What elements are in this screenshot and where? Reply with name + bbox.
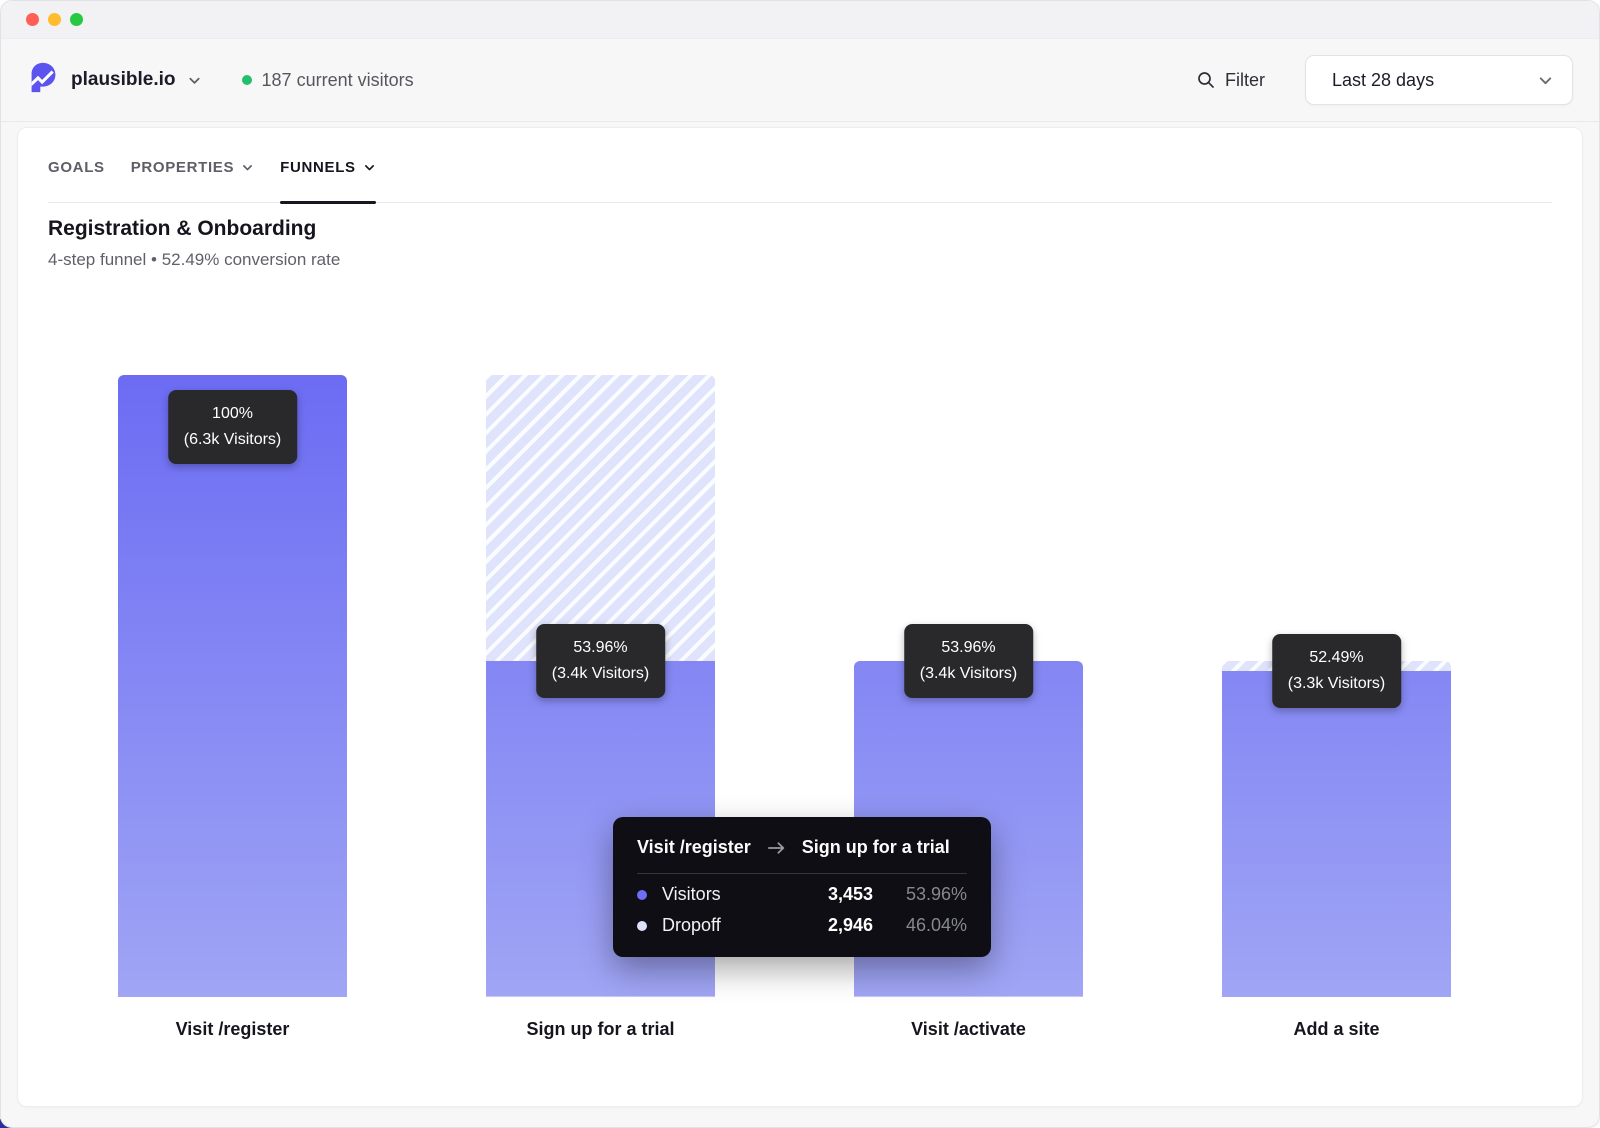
tooltip-to-step: Sign up for a trial [802, 837, 950, 858]
zoom-button[interactable] [70, 13, 83, 26]
dropoff-dot-icon [637, 921, 647, 931]
funnel-tooltip: Visit /register Sign up for a trial Visi… [613, 817, 991, 957]
tab-goals-label: GOALS [48, 159, 105, 176]
badge-percent: 100% [184, 401, 282, 427]
funnel-step-column: 52.49% (3.3k Visitors) Add a site [1222, 375, 1451, 1040]
search-icon [1196, 70, 1216, 90]
badge-visitors: (3.4k Visitors) [552, 661, 650, 687]
tooltip-row-percent: 53.96% [873, 884, 967, 905]
tooltip-from-step: Visit /register [637, 837, 751, 858]
visitors-dot-icon [637, 890, 647, 900]
funnel-chart: 100% (6.3k Visitors) Visit /register 53.… [18, 375, 1582, 1051]
tooltip-row-label: Visitors [662, 884, 793, 905]
funnel-card: GOALS PROPERTIES FUNNELS Registration & … [17, 127, 1583, 1107]
current-visitors-label: 187 current visitors [262, 70, 414, 91]
bar-badge: 53.96% (3.4k Visitors) [904, 624, 1034, 698]
chevron-down-icon [187, 73, 202, 88]
funnel-subtitle: 4-step funnel • 52.49% conversion rate [48, 250, 1552, 270]
date-range-value: Last 28 days [1332, 70, 1434, 91]
badge-visitors: (3.3k Visitors) [1288, 671, 1386, 697]
close-button[interactable] [26, 13, 39, 26]
dropoff-hatch [486, 375, 715, 661]
badge-visitors: (6.3k Visitors) [184, 427, 282, 453]
plausible-logo-icon [27, 61, 60, 99]
tooltip-row-percent: 46.04% [873, 915, 967, 936]
step-label: Add a site [1222, 1019, 1451, 1040]
tab-goals[interactable]: GOALS [48, 159, 105, 202]
tooltip-divider [637, 873, 967, 874]
current-visitors[interactable]: 187 current visitors [242, 70, 414, 91]
bar-badge: 52.49% (3.3k Visitors) [1272, 634, 1402, 708]
badge-visitors: (3.4k Visitors) [920, 661, 1018, 687]
funnel-bar-visit-register[interactable]: 100% (6.3k Visitors) [118, 375, 347, 997]
tabs-bar: GOALS PROPERTIES FUNNELS [48, 128, 1552, 203]
filter-button[interactable]: Filter [1196, 70, 1265, 91]
tooltip-row-label: Dropoff [662, 915, 793, 936]
step-label: Sign up for a trial [486, 1019, 715, 1040]
badge-percent: 52.49% [1288, 645, 1386, 671]
bar-fill [1222, 671, 1451, 997]
tab-funnels[interactable]: FUNNELS [280, 159, 376, 202]
site-picker[interactable]: plausible.io [27, 61, 202, 99]
titlebar [1, 1, 1599, 39]
tooltip-header: Visit /register Sign up for a trial [637, 837, 967, 858]
funnel-title: Registration & Onboarding [48, 217, 1552, 241]
tab-properties-label: PROPERTIES [131, 159, 234, 176]
filter-label: Filter [1225, 70, 1265, 91]
tab-funnels-label: FUNNELS [280, 159, 356, 176]
badge-percent: 53.96% [552, 635, 650, 661]
bar-fill [118, 375, 347, 997]
funnel-bar-add-site[interactable]: 52.49% (3.3k Visitors) [1222, 375, 1451, 997]
tab-properties[interactable]: PROPERTIES [131, 159, 254, 202]
badge-percent: 53.96% [920, 635, 1018, 661]
date-range-select[interactable]: Last 28 days [1305, 55, 1573, 105]
tooltip-row-dropoff: Dropoff 2,946 46.04% [637, 915, 967, 936]
funnel-step-column: 100% (6.3k Visitors) Visit /register [118, 375, 347, 1040]
live-dot-icon [242, 75, 252, 85]
chevron-down-icon [1537, 72, 1554, 89]
chevron-down-icon [363, 161, 376, 174]
step-label: Visit /activate [854, 1019, 1083, 1040]
minimize-button[interactable] [48, 13, 61, 26]
arrow-right-icon [767, 840, 786, 856]
bar-badge: 100% (6.3k Visitors) [168, 390, 298, 464]
tooltip-row-value: 3,453 [793, 884, 873, 905]
header: plausible.io 187 current visitors Filter… [1, 39, 1599, 122]
step-label: Visit /register [118, 1019, 347, 1040]
app-window: plausible.io 187 current visitors Filter… [0, 0, 1600, 1128]
tooltip-row-visitors: Visitors 3,453 53.96% [637, 884, 967, 905]
chevron-down-icon [241, 161, 254, 174]
site-name: plausible.io [71, 69, 176, 91]
bar-badge: 53.96% (3.4k Visitors) [536, 624, 666, 698]
tooltip-row-value: 2,946 [793, 915, 873, 936]
